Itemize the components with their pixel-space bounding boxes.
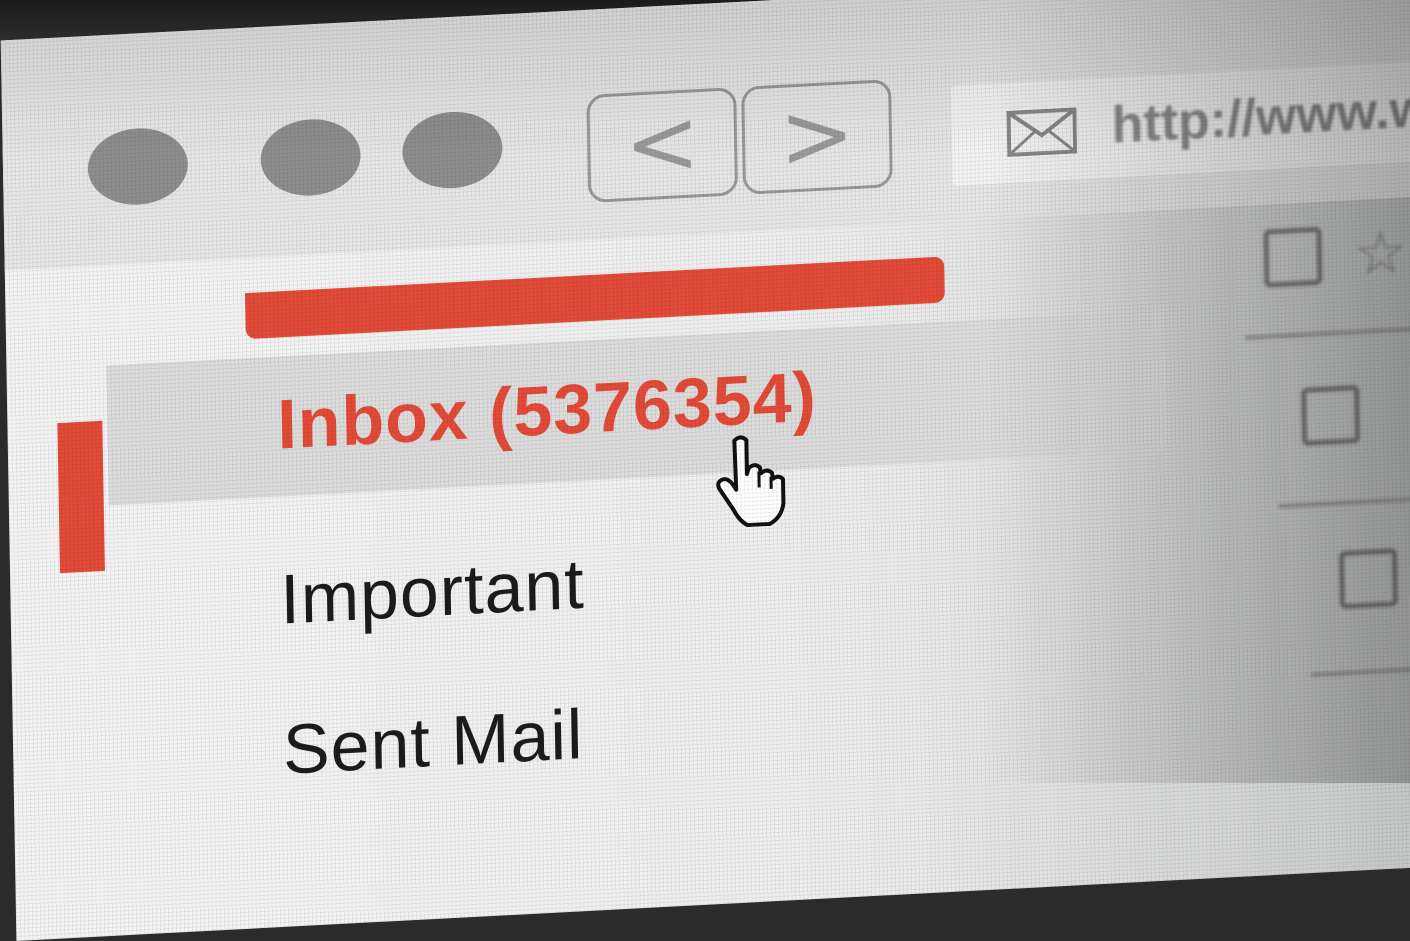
row-divider [1245, 320, 1410, 340]
envelope-icon [1006, 107, 1077, 157]
row-divider [1278, 489, 1410, 509]
browser-chrome: < > http://www.w/ [1, 0, 1410, 271]
hand-pointer-icon [712, 430, 794, 529]
folder-sent-mail-label: Sent Mail [282, 694, 584, 790]
star-icon[interactable]: ☆ [1353, 217, 1408, 290]
window-minimize-dot[interactable] [260, 117, 361, 198]
back-button[interactable]: < [586, 87, 738, 203]
email-client-window: < > http://www.w/ Inbox (5376354) Import… [1, 0, 1410, 941]
folder-inbox[interactable]: Inbox (5376354) [106, 310, 1167, 506]
row-checkbox[interactable] [1339, 548, 1398, 609]
row-divider [1311, 657, 1410, 677]
row-checkbox[interactable] [1301, 385, 1360, 446]
window-close-dot[interactable] [87, 126, 188, 207]
url-text: http://www.w/ [1111, 78, 1410, 155]
folder-important-label: Important [280, 544, 586, 640]
window-maximize-dot[interactable] [402, 109, 503, 190]
active-folder-indicator [57, 421, 105, 573]
address-bar[interactable]: http://www.w/ [951, 54, 1410, 185]
forward-button[interactable]: > [741, 79, 893, 195]
row-checkbox[interactable] [1263, 227, 1322, 288]
